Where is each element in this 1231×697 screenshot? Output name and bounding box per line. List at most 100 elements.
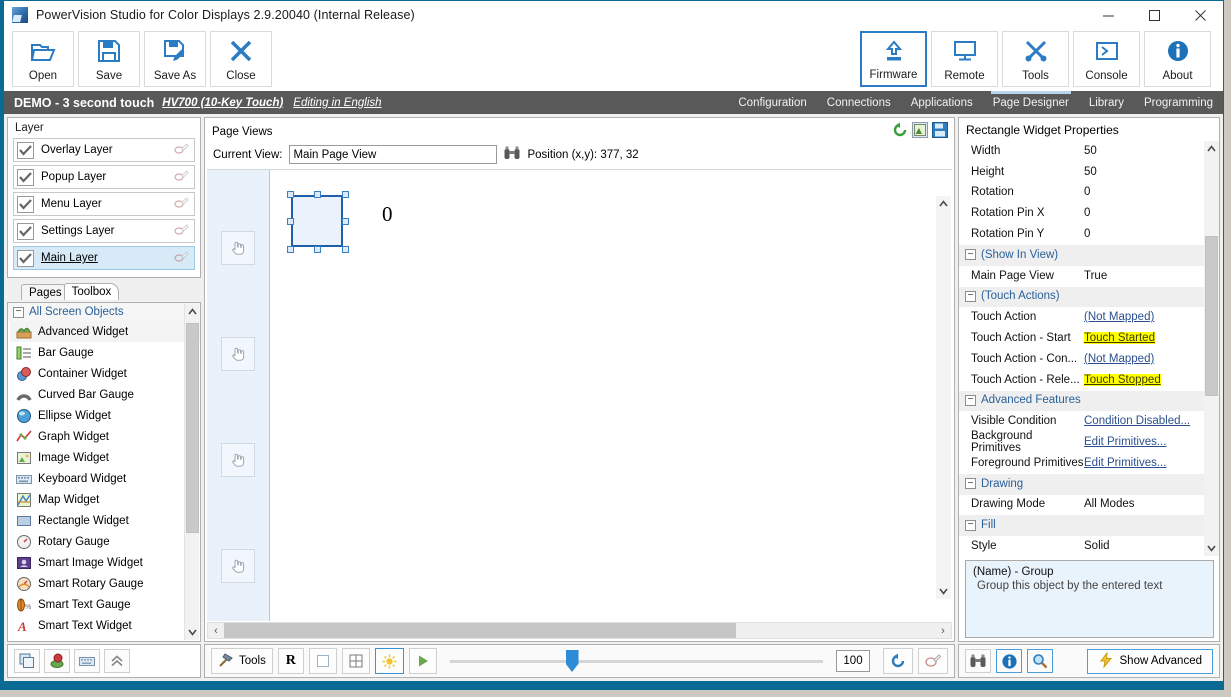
property-row-touch-action-released[interactable]: Touch Action - Rele... Touch Stopped (959, 370, 1219, 391)
canvas-vertical-scrollbar[interactable] (936, 196, 951, 599)
collapse-minus-icon[interactable]: − (965, 478, 976, 490)
toolbox-item-keyboard-widget[interactable]: Keyboard Widget (10, 468, 200, 489)
firmware-button[interactable]: Firmware (860, 31, 927, 87)
resize-handle-nw[interactable] (287, 191, 294, 198)
grid-icon[interactable] (341, 648, 370, 674)
tools-button[interactable]: Tools (1002, 31, 1069, 87)
layer-row-main-layer[interactable]: Main Layer (13, 246, 195, 270)
property-row-foreground-primitives[interactable]: Foreground Primitives Edit Primitives... (959, 453, 1219, 474)
collapse-minus-icon[interactable]: − (13, 306, 24, 318)
device-link[interactable]: HV700 (10-Key Touch) (162, 97, 283, 109)
scroll-right-icon[interactable]: › (935, 625, 951, 637)
scroll-left-icon[interactable]: ‹ (208, 625, 224, 637)
maximize-icon[interactable] (1131, 1, 1177, 29)
toolbox-item-smart-text-gauge[interactable]: % Smart Text Gauge (10, 594, 200, 615)
property-row-rotation[interactable]: Rotation 0 (959, 183, 1219, 204)
zoom-slider[interactable] (449, 648, 823, 674)
design-page[interactable]: 0 (269, 170, 952, 621)
property-row-width[interactable]: Width 50 (959, 141, 1219, 162)
resize-handle-e[interactable] (342, 218, 349, 225)
toolbox-item-curved-bar-gauge[interactable]: Curved Bar Gauge (10, 384, 200, 405)
property-value[interactable]: Solid (1084, 540, 1219, 552)
layer-row[interactable]: Overlay Layer (13, 138, 195, 162)
toolbox-item-advanced-widget[interactable]: Advanced Widget (10, 321, 200, 342)
property-row-drawing-mode[interactable]: Drawing Mode All Modes (959, 495, 1219, 516)
property-category-show-in-view[interactable]: − (Show In View) (959, 244, 1219, 266)
resize-handle-n[interactable] (314, 191, 321, 198)
scroll-down-icon[interactable] (185, 625, 200, 640)
collapse-minus-icon[interactable]: − (965, 519, 976, 531)
property-value-link[interactable]: (Not Mapped) (1084, 353, 1154, 365)
minimize-icon[interactable] (1085, 1, 1131, 29)
remote-button[interactable]: Remote (931, 31, 998, 87)
scroll-up-icon[interactable] (185, 304, 200, 319)
layer-checkbox[interactable] (17, 222, 34, 240)
toolbox-item-ellipse-widget[interactable]: Ellipse Widget (10, 405, 200, 426)
layer-checkbox[interactable] (17, 249, 34, 267)
collapse-up-icon[interactable] (104, 649, 130, 673)
language-link[interactable]: Editing in English (293, 97, 381, 109)
scroll-thumb[interactable] (1205, 236, 1218, 396)
property-value[interactable]: 50 (1084, 166, 1219, 178)
collapse-minus-icon[interactable]: − (965, 290, 976, 302)
resize-handle-ne[interactable] (342, 191, 349, 198)
property-value-link[interactable]: Edit Primitives... (1084, 436, 1166, 448)
menu-item-programming[interactable]: Programming (1134, 91, 1223, 114)
property-row-touch-action-start[interactable]: Touch Action - Start Touch Started (959, 328, 1219, 349)
zoom-value[interactable]: 100 (836, 650, 870, 672)
property-category-touch-actions[interactable]: − (Touch Actions) (959, 286, 1219, 308)
visibility-pen-icon[interactable] (174, 142, 189, 158)
toolbox-group-header[interactable]: − All Screen Objects (8, 303, 200, 321)
layer-checkbox[interactable] (17, 168, 34, 186)
property-value[interactable]: All Modes (1084, 498, 1219, 510)
binoculars-icon[interactable] (504, 146, 520, 163)
toolbox-item-image-widget[interactable]: Image Widget (10, 447, 200, 468)
property-value-link[interactable]: Edit Primitives... (1084, 457, 1166, 469)
property-category-fill[interactable]: − Fill (959, 515, 1219, 537)
canvas-text-value[interactable]: 0 (382, 202, 393, 227)
keyboard-icon[interactable] (74, 649, 100, 673)
property-category-drawing[interactable]: − Drawing (959, 473, 1219, 495)
save-view-icon[interactable] (932, 122, 948, 141)
zoom-slider-track[interactable] (449, 659, 823, 663)
save-button[interactable]: Save (78, 31, 140, 87)
menu-item-applications[interactable]: Applications (901, 91, 983, 114)
property-row-height[interactable]: Height 50 (959, 162, 1219, 183)
toolbox-item-bar-gauge[interactable]: Bar Gauge (10, 342, 200, 363)
tab-pages[interactable]: Pages (21, 284, 70, 300)
collapse-minus-icon[interactable]: − (965, 394, 976, 406)
property-value[interactable]: 0 (1084, 186, 1219, 198)
rectangle-widget-selection[interactable] (287, 191, 349, 253)
toolbox-scrollbar[interactable] (184, 304, 199, 640)
close-icon[interactable] (1177, 1, 1223, 29)
scroll-up-icon[interactable] (1204, 141, 1219, 156)
refresh-green-icon[interactable] (892, 122, 908, 141)
property-row-touch-action-continued[interactable]: Touch Action - Con... (Not Mapped) (959, 349, 1219, 370)
menu-item-library[interactable]: Library (1079, 91, 1134, 114)
toolbox-item-smart-text-widget[interactable]: A Smart Text Widget (10, 615, 200, 636)
eyedropper-icon[interactable] (918, 648, 948, 674)
scroll-up-icon[interactable] (936, 196, 951, 211)
property-category-advanced-features[interactable]: − Advanced Features (959, 390, 1219, 412)
property-value-highlighted[interactable]: Touch Stopped (1084, 373, 1161, 386)
play-icon[interactable] (408, 648, 437, 674)
visibility-pen-icon[interactable] (174, 169, 189, 185)
layer-checkbox[interactable] (17, 141, 34, 159)
refresh-blue-icon[interactable] (883, 648, 913, 674)
properties-scrollbar[interactable] (1204, 141, 1219, 556)
property-value-link[interactable]: (Not Mapped) (1084, 311, 1154, 323)
console-button[interactable]: Console (1073, 31, 1140, 87)
save-as-button[interactable]: Save As (144, 31, 206, 87)
tools-button[interactable]: Tools (211, 648, 273, 674)
toolbox-item-rotary-gauge[interactable]: Rotary Gauge (10, 531, 200, 552)
scroll-down-icon[interactable] (936, 584, 951, 599)
property-value[interactable]: 0 (1084, 207, 1219, 219)
layer-row[interactable]: Settings Layer (13, 219, 195, 243)
toolbox-item-container-widget[interactable]: Container Widget (10, 363, 200, 384)
toolbox-item-graph-widget[interactable]: Graph Widget (10, 426, 200, 447)
toolbox-item-smart-image-widget[interactable]: Smart Image Widget (10, 552, 200, 573)
resize-handle-w[interactable] (287, 218, 294, 225)
hand-button[interactable] (221, 231, 255, 265)
layer-checkbox[interactable] (17, 195, 34, 213)
property-row-style[interactable]: Style Solid (959, 536, 1219, 556)
